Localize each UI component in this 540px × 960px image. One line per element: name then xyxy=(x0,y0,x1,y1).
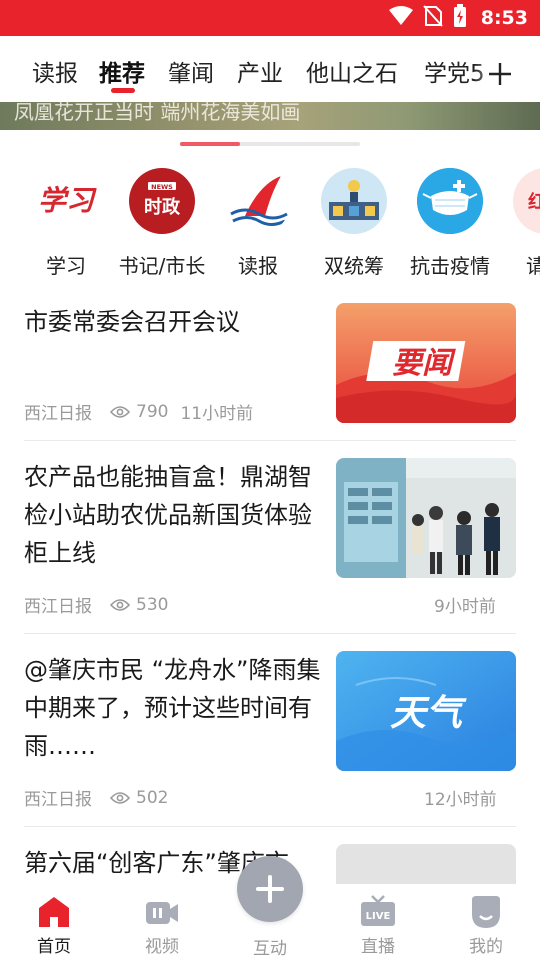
video-icon xyxy=(144,894,180,930)
xuexi-logo-icon: 学习 xyxy=(33,168,99,234)
shortcut-dubao[interactable]: 读报 xyxy=(210,160,306,280)
news-item[interactable]: 农产品也能抽盲盒！鼎湖智检小站助农优品新国货体验柜上线 西江日报 530 9小时… xyxy=(24,458,516,618)
svg-text:LIVE: LIVE xyxy=(366,911,391,922)
shortcut-row: 学习 学习 NEWS 时政 书记/市长 读报 双统筹 抗击疫情 红 请 xyxy=(0,160,540,280)
news-time: 9小时前 xyxy=(434,597,496,617)
news-politics-icon: NEWS 时政 xyxy=(129,168,195,234)
tab-tuijian[interactable]: 推荐 xyxy=(99,54,145,88)
news-thumbnail[interactable]: 天气 xyxy=(336,651,516,771)
svg-text:红: 红 xyxy=(528,191,540,213)
nav-mine[interactable]: 我的 xyxy=(432,884,540,960)
svg-text:要闻: 要闻 xyxy=(392,346,456,381)
news-time: 11小时前 xyxy=(180,404,254,424)
battery-icon xyxy=(453,4,467,32)
tab-zhaowen[interactable]: 肇闻 xyxy=(168,54,214,88)
news-title[interactable]: 农产品也能抽盲盒！鼎湖智检小站助农优品新国货体验柜上线 xyxy=(24,458,324,572)
banner-caption: 凤凰花开正当时 端州花海美如画 xyxy=(14,102,301,124)
status-icons: 8:53 xyxy=(388,0,528,36)
shortcut-qingnin[interactable]: 红 请您 xyxy=(498,160,540,280)
home-icon xyxy=(36,894,72,930)
nav-label: 互动 xyxy=(253,939,287,959)
news-item[interactable]: 市委常委会召开会议 要闻 西江日报 790 11小时前 xyxy=(24,303,516,433)
no-sim-icon xyxy=(422,5,443,31)
news-title[interactable]: @肇庆市民 “龙舟水”降雨集中期来了，预计这些时间有雨…… xyxy=(24,651,324,765)
status-time: 8:53 xyxy=(480,7,528,29)
plus-icon[interactable] xyxy=(488,62,512,86)
live-icon: LIVE xyxy=(360,894,396,930)
nav-label: 视频 xyxy=(145,937,179,957)
tab-chanye[interactable]: 产业 xyxy=(237,54,283,88)
divider xyxy=(24,633,516,634)
news-meta: 西江日报 790 11小时前 xyxy=(24,399,254,425)
nav-live[interactable]: LIVE 直播 xyxy=(324,884,432,960)
status-bar: 8:53 xyxy=(0,0,540,36)
profile-icon xyxy=(468,894,504,930)
eye-icon xyxy=(110,405,130,419)
shortcut-shuji-shizhang[interactable]: NEWS 时政 书记/市长 xyxy=(114,160,210,280)
news-thumbnail[interactable] xyxy=(336,844,516,884)
news-item[interactable]: @肇庆市民 “龙舟水”降雨集中期来了，预计这些时间有雨…… 天气 西江日报 50… xyxy=(24,651,516,811)
interact-fab-button[interactable] xyxy=(237,856,303,922)
svg-text:天气: 天气 xyxy=(390,693,467,734)
banner-pager xyxy=(180,142,360,146)
nav-home[interactable]: 首页 xyxy=(0,884,108,960)
banner-carousel[interactable]: 凤凰花开正当时 端州花海美如画 xyxy=(0,102,540,130)
read-paper-icon xyxy=(225,168,291,234)
news-title[interactable]: 市委常委会召开会议 xyxy=(24,303,324,341)
channel-tabs: 读报 推荐 肇闻 产业 他山之石 学党5 xyxy=(0,36,540,104)
news-meta: 西江日报 502 xyxy=(24,785,180,811)
svg-text:时政: 时政 xyxy=(144,196,181,218)
news-views: 790 xyxy=(136,401,169,422)
eye-icon xyxy=(110,598,130,612)
shortcut-shuangtongchou[interactable]: 双统筹 xyxy=(306,160,402,280)
shortcut-xuexi[interactable]: 学习 学习 xyxy=(18,160,114,280)
nav-label: 首页 xyxy=(37,937,71,957)
nav-label: 我的 xyxy=(469,937,503,957)
news-views: 530 xyxy=(136,594,169,615)
pager-active-segment xyxy=(180,142,240,146)
shortcut-kangjiyiqing[interactable]: 抗击疫情 xyxy=(402,160,498,280)
nav-label: 直播 xyxy=(361,937,395,957)
svg-text:NEWS: NEWS xyxy=(151,183,173,191)
news-time: 12小时前 xyxy=(424,790,497,810)
active-tab-indicator xyxy=(111,88,135,93)
news-thumbnail[interactable] xyxy=(336,458,516,578)
wifi-icon xyxy=(388,6,413,30)
tab-tashanzhishi[interactable]: 他山之石 xyxy=(306,54,398,88)
mask-icon xyxy=(417,168,483,234)
news-meta: 西江日报 530 xyxy=(24,592,180,618)
news-views: 502 xyxy=(136,787,169,808)
news-source: 西江日报 xyxy=(24,404,92,424)
svg-text:学习: 学习 xyxy=(38,184,97,217)
dual-coordination-icon xyxy=(321,168,387,234)
red-badge-icon: 红 xyxy=(513,168,540,234)
news-source: 西江日报 xyxy=(24,790,92,810)
news-thumbnail[interactable]: 要闻 xyxy=(336,303,516,423)
divider xyxy=(24,440,516,441)
tab-dubao[interactable]: 读报 xyxy=(32,54,78,88)
shortcut-label: 请您 xyxy=(526,254,540,278)
plus-icon xyxy=(256,875,284,903)
divider xyxy=(24,826,516,827)
eye-icon xyxy=(110,791,130,805)
news-source: 西江日报 xyxy=(24,597,92,617)
nav-video[interactable]: 视频 xyxy=(108,884,216,960)
